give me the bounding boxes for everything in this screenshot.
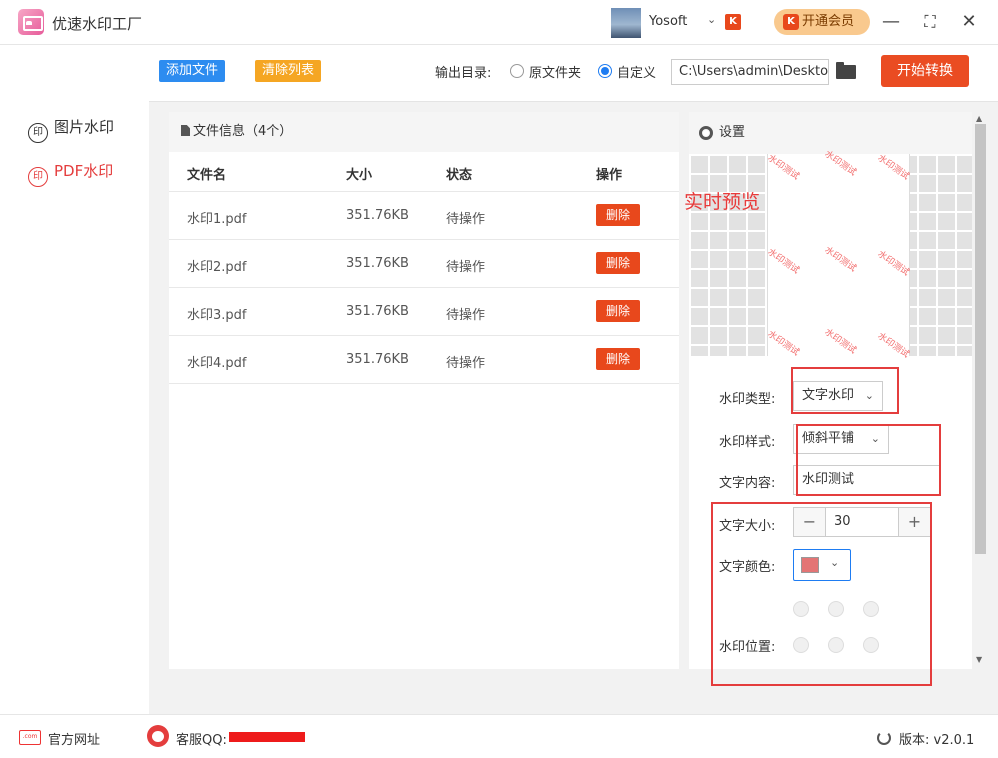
toolbar: 添加文件 清除列表 输出目录: 原文件夹 自定义 C:\Users\admin\… (149, 46, 998, 102)
watermark-sample: 水印测试 (822, 327, 858, 357)
website-link[interactable]: 官方网址 (48, 729, 100, 748)
file-panel: 文件信息（4个） 文件名 大小 状态 操作 水印1.pdf 351.76KB 待… (169, 112, 679, 669)
sidebar-item-pdf-watermark[interactable]: 印 PDF水印 (28, 159, 114, 187)
delete-button[interactable]: 删除 (596, 348, 640, 370)
scroll-down-icon[interactable]: ▼ (976, 655, 982, 664)
sidebar: 印图片水印 印 PDF水印 (0, 46, 149, 714)
sidebar-item-label: 图片水印 (54, 118, 115, 136)
stamp-icon: 印 (28, 167, 48, 187)
radio-custom-label[interactable]: 自定义 (617, 62, 656, 81)
sidebar-item-label: PDF水印 (54, 162, 114, 180)
document-icon (181, 125, 190, 136)
text-content-label: 文字内容: (719, 476, 776, 491)
live-preview-label: 实时预览 (684, 191, 761, 213)
vip-label: 开通会员 (802, 14, 855, 29)
app-logo-icon (18, 9, 44, 35)
watermark-sample: 水印测试 (765, 153, 801, 183)
highlight-box (711, 502, 932, 686)
watermark-sample: 水印测试 (822, 245, 858, 275)
title-bar: 优速水印工厂 Yosoft ⌄ K K 开通会员 — ⛶ ✕ (0, 0, 998, 45)
highlight-box (796, 424, 941, 496)
radio-original-folder[interactable] (510, 64, 524, 78)
table-row[interactable]: 水印2.pdf 351.76KB 待操作 删除 (169, 240, 679, 288)
clear-list-button[interactable]: 清除列表 (255, 60, 322, 82)
minimize-button[interactable]: — (879, 10, 903, 34)
gear-icon (699, 126, 713, 140)
support-icon[interactable] (147, 725, 169, 747)
col-header-action: 操作 (596, 168, 623, 183)
file-name: 水印2.pdf (187, 260, 247, 275)
file-size: 351.76KB (346, 208, 409, 223)
highlight-box (791, 367, 899, 414)
version-label: 版本: v2.0.1 (899, 733, 975, 748)
radio-custom[interactable] (598, 64, 612, 78)
sidebar-item-image-watermark[interactable]: 印图片水印 (28, 115, 115, 143)
file-panel-title: 文件信息（4个） (193, 124, 293, 139)
output-dir-label: 输出目录: (435, 66, 492, 81)
file-panel-header: 文件信息（4个） (169, 112, 679, 152)
table-row[interactable]: 水印3.pdf 351.76KB 待操作 删除 (169, 288, 679, 336)
preview-area: 水印测试 水印测试 水印测试 水印测试 水印测试 水印测试 水印测试 水印测试 … (689, 149, 972, 360)
close-button[interactable]: ✕ (957, 10, 981, 34)
add-file-button[interactable]: 添加文件 (159, 60, 226, 82)
file-size: 351.76KB (346, 256, 409, 271)
watermark-style-label: 水印样式: (719, 435, 776, 450)
watermark-sample: 水印测试 (765, 247, 801, 277)
scroll-thumb[interactable] (975, 124, 986, 554)
file-name: 水印3.pdf (187, 308, 247, 323)
delete-button[interactable]: 删除 (596, 300, 640, 322)
preview-page: 水印测试 水印测试 水印测试 水印测试 水印测试 水印测试 水印测试 水印测试 … (765, 149, 911, 360)
username[interactable]: Yosoft (649, 14, 687, 29)
watermark-type-label: 水印类型: (719, 392, 776, 407)
avatar[interactable] (611, 8, 641, 38)
output-path-input[interactable]: C:\Users\admin\Deskto (671, 59, 829, 85)
stamp-icon: 印 (28, 123, 48, 143)
col-header-size: 大小 (346, 168, 373, 183)
table-row[interactable]: 水印1.pdf 351.76KB 待操作 删除 (169, 192, 679, 240)
footer: .com 官方网址 客服QQ: 版本: v2.0.1 (0, 714, 998, 758)
vip-button[interactable]: K 开通会员 (774, 9, 870, 35)
delete-button[interactable]: 删除 (596, 252, 640, 274)
redacted-qq-number (229, 732, 305, 742)
maximize-button[interactable]: ⛶ (918, 10, 942, 34)
support-qq-label[interactable]: 客服QQ: (176, 729, 227, 748)
website-icon[interactable]: .com (19, 730, 41, 745)
file-size: 351.76KB (346, 352, 409, 367)
file-status: 待操作 (446, 260, 486, 275)
settings-title: 设置 (719, 125, 746, 140)
file-size: 351.76KB (346, 304, 409, 319)
file-status: 待操作 (446, 308, 486, 323)
watermark-sample: 水印测试 (875, 153, 911, 183)
watermark-sample: 水印测试 (875, 249, 911, 279)
brand-icon: K (725, 14, 741, 30)
file-status: 待操作 (446, 212, 486, 227)
vip-icon: K (783, 14, 799, 30)
file-name: 水印4.pdf (187, 356, 247, 371)
chevron-down-icon[interactable]: ⌄ (707, 13, 716, 26)
file-name: 水印1.pdf (187, 212, 247, 227)
delete-button[interactable]: 删除 (596, 204, 640, 226)
watermark-sample: 水印测试 (765, 329, 801, 359)
col-header-status: 状态 (446, 168, 473, 183)
folder-icon[interactable] (836, 62, 856, 79)
app-title: 优速水印工厂 (52, 15, 143, 33)
col-header-name: 文件名 (187, 168, 227, 183)
start-convert-button[interactable]: 开始转换 (881, 55, 969, 87)
settings-scrollbar[interactable]: ▲ ▼ (973, 112, 988, 669)
scroll-up-icon[interactable]: ▲ (976, 114, 982, 123)
table-row[interactable]: 水印4.pdf 351.76KB 待操作 删除 (169, 336, 679, 384)
watermark-sample: 水印测试 (875, 331, 911, 361)
refresh-icon[interactable] (877, 731, 891, 745)
file-status: 待操作 (446, 356, 486, 371)
radio-original-label[interactable]: 原文件夹 (529, 62, 581, 81)
